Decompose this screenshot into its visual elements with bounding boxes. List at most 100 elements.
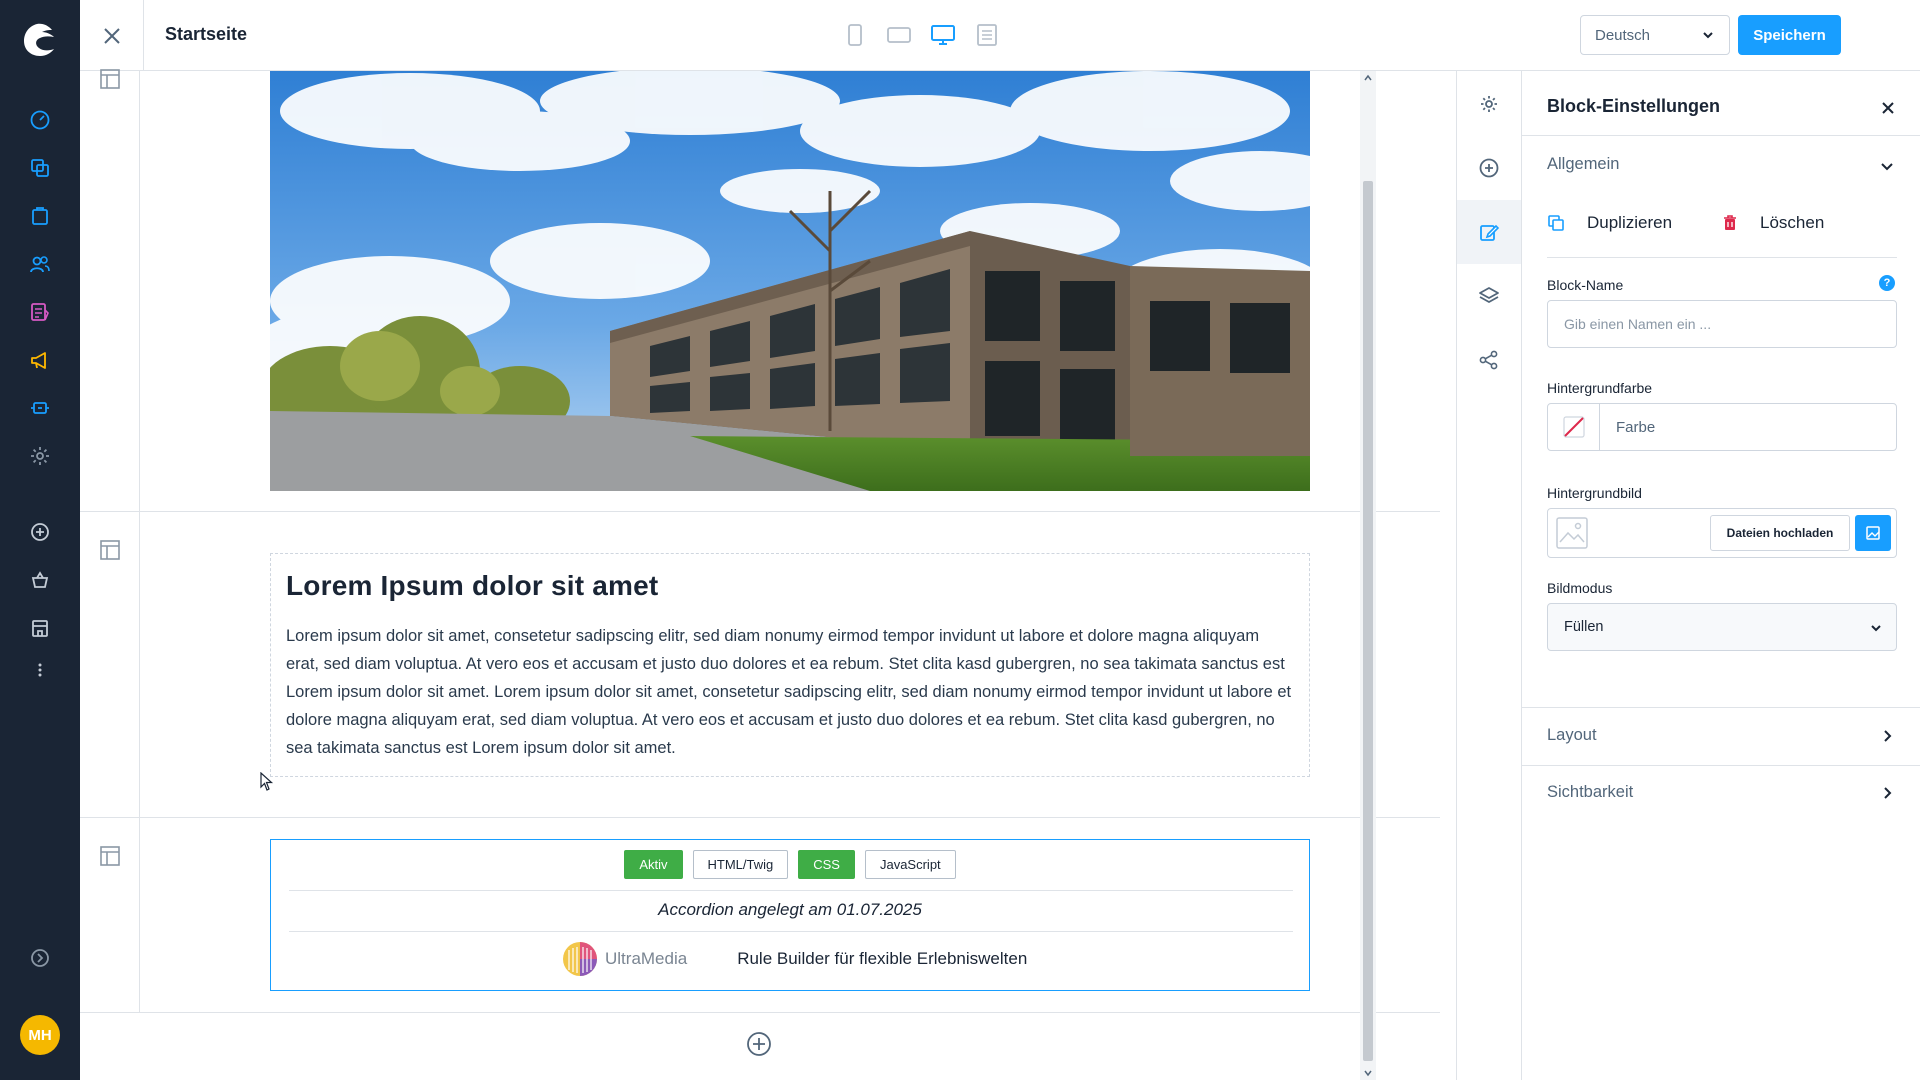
storefront-icon[interactable]	[0, 608, 80, 648]
section-divider	[80, 511, 1440, 512]
trash-icon	[1724, 215, 1736, 230]
tab-javascript[interactable]: JavaScript	[864, 850, 956, 879]
layers-button[interactable]	[1457, 264, 1521, 328]
section-settings-icon[interactable]	[98, 538, 122, 562]
gear-icon	[1481, 96, 1497, 112]
section-general-header[interactable]: Allgemein	[1547, 155, 1619, 174]
tab-active[interactable]: Aktiv	[624, 850, 683, 879]
list-view-icon[interactable]	[972, 20, 1002, 50]
chevron-down-icon[interactable]	[1879, 158, 1895, 174]
plus-circle-icon	[1479, 158, 1499, 178]
page-settings-button[interactable]	[1457, 72, 1521, 136]
section-settings-icon[interactable]	[98, 844, 122, 868]
color-value: Farbe	[1616, 418, 1656, 436]
tab-css[interactable]: CSS	[798, 850, 855, 879]
bg-color-field[interactable]: Farbe	[1547, 403, 1897, 451]
bg-image-label: Hintergrundbild	[1547, 485, 1642, 501]
add-block-button[interactable]	[1457, 136, 1521, 200]
duplicate-icon	[1548, 215, 1564, 231]
customers-icon[interactable]	[0, 244, 80, 284]
panel-divider	[1522, 765, 1920, 766]
ultramedia-logo-icon	[563, 942, 597, 976]
chevron-right-icon[interactable]	[1879, 728, 1895, 744]
text-block[interactable]: Lorem Ipsum dolor sit amet Lorem ipsum d…	[270, 553, 1310, 777]
section-settings-icon[interactable]	[98, 67, 122, 91]
panel-header: Block-Einstellungen	[1522, 71, 1920, 136]
scroll-thumb[interactable]	[1363, 181, 1373, 1061]
logo-row: UltraMedia Rule Builder für flexible Erl…	[561, 940, 1027, 978]
help-icon[interactable]: ?	[1879, 275, 1895, 291]
block-divider	[289, 931, 1293, 932]
image-mode-label: Bildmodus	[1547, 580, 1613, 596]
admin-navigation: MH	[0, 0, 80, 1080]
color-swatch[interactable]	[1548, 404, 1600, 450]
image-icon	[1866, 526, 1880, 540]
scroll-up-icon	[1364, 74, 1372, 81]
sales-channel-icon[interactable]	[0, 560, 80, 600]
image-mode-select[interactable]: Füllen	[1547, 603, 1897, 651]
canvas-scrollbar[interactable]	[1360, 71, 1376, 1080]
save-button[interactable]: Speichern	[1738, 15, 1841, 55]
section-divider	[80, 1012, 1440, 1013]
collapse-menu-icon[interactable]	[0, 938, 80, 978]
mouse-cursor-icon	[260, 772, 274, 791]
section-layout-header[interactable]: Layout	[1547, 726, 1597, 745]
media-library-button[interactable]	[1855, 515, 1891, 551]
accordion-text: Accordion angelegt am 01.07.2025	[658, 900, 922, 919]
share-button[interactable]	[1457, 328, 1521, 392]
viewport-switcher	[840, 20, 1002, 50]
delete-button[interactable]: Löschen	[1722, 213, 1824, 233]
ultramedia-logo-text: UltraMedia	[605, 949, 688, 968]
content-heading: Lorem Ipsum dolor sit amet	[286, 570, 659, 601]
block-name-input[interactable]: Gib einen Namen ein ...	[1547, 300, 1897, 348]
language-select[interactable]: Deutsch	[1580, 15, 1730, 55]
editor-canvas: Lorem Ipsum dolor sit amet Lorem ipsum d…	[80, 69, 1440, 1080]
duplicate-button[interactable]: Duplizieren	[1547, 213, 1672, 233]
scroll-down-icon	[1364, 1070, 1372, 1077]
add-icon[interactable]	[0, 512, 80, 552]
tool-rail	[1456, 71, 1522, 1080]
block-settings-button[interactable]	[1457, 200, 1521, 264]
ultramedia-logo: UltraMedia	[561, 940, 687, 978]
orders-icon[interactable]	[0, 196, 80, 236]
content-icon[interactable]	[0, 292, 80, 332]
chevron-down-icon	[1703, 32, 1713, 39]
page-title: Startseite	[165, 24, 248, 44]
delete-label: Löschen	[1760, 213, 1825, 232]
settings-icon[interactable]	[0, 436, 80, 476]
tab-html-twig[interactable]: HTML/Twig	[692, 850, 789, 879]
dashboard-icon[interactable]	[0, 100, 80, 140]
catalog-icon[interactable]	[0, 148, 80, 188]
more-icon[interactable]	[0, 650, 80, 690]
user-avatar[interactable]: MH	[20, 1015, 60, 1055]
add-section-icon[interactable]	[746, 1031, 772, 1057]
section-visibility-header[interactable]: Sichtbarkeit	[1547, 783, 1633, 802]
rule-builder-text: Rule Builder für flexible Erlebniswelten	[737, 949, 1028, 968]
mobile-view-icon[interactable]	[840, 20, 870, 50]
marketing-icon[interactable]	[0, 340, 80, 380]
shopware-logo-icon[interactable]	[21, 21, 59, 59]
panel-divider	[1522, 707, 1920, 708]
edit-icon	[1480, 224, 1500, 241]
layers-icon	[1479, 287, 1499, 304]
share-icon	[1479, 350, 1498, 370]
actions-divider	[1547, 257, 1897, 258]
bg-image-upload: Dateien hochladen	[1547, 508, 1897, 558]
desktop-view-icon[interactable]	[928, 20, 958, 50]
block-divider	[289, 890, 1293, 891]
extensions-icon[interactable]	[0, 388, 80, 428]
tablet-view-icon[interactable]	[884, 20, 914, 50]
hero-image[interactable]	[270, 71, 1310, 491]
html-block[interactable]: Aktiv HTML/Twig CSS JavaScript Accordion…	[270, 839, 1310, 991]
chevron-right-icon[interactable]	[1879, 785, 1895, 801]
upload-files-button[interactable]: Dateien hochladen	[1710, 515, 1850, 551]
editor-topbar: Startseite Deutsch Speichern	[80, 0, 1920, 71]
code-tabs: Aktiv HTML/Twig CSS JavaScript	[271, 850, 1309, 879]
bg-color-label: Hintergrundfarbe	[1547, 380, 1653, 396]
block-name-label: Block-Name	[1547, 277, 1624, 293]
close-editor-button[interactable]	[80, 0, 144, 71]
chevron-down-icon	[1871, 625, 1881, 632]
no-color-icon	[1562, 416, 1585, 438]
block-settings-panel: Block-Einstellungen Allgemein Dupliziere…	[1522, 71, 1920, 1080]
close-icon[interactable]	[1881, 101, 1895, 115]
